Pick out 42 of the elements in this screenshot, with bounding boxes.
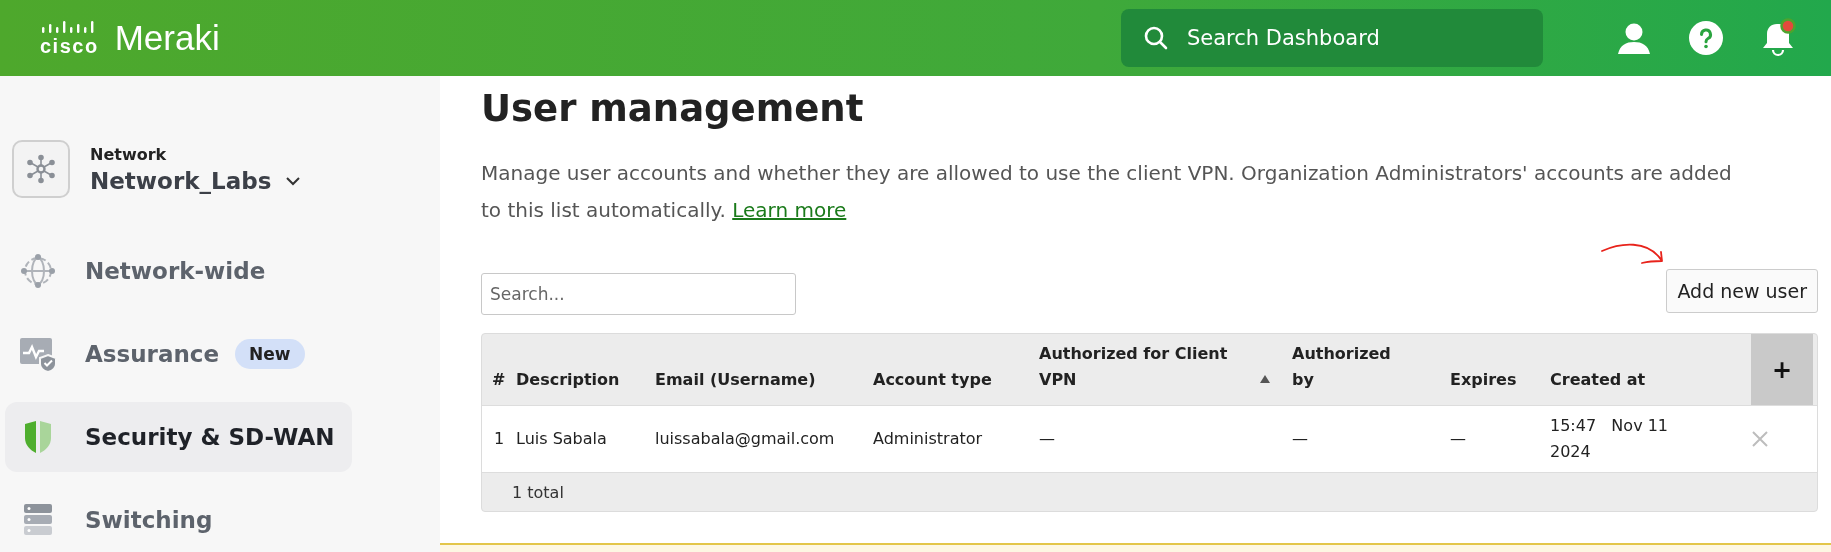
column-header[interactable]: Description <box>516 334 655 405</box>
help-icon[interactable] <box>1689 21 1723 55</box>
add-column-button[interactable]: + <box>1751 334 1813 405</box>
search-icon <box>1143 25 1169 51</box>
column-header[interactable]: Created at <box>1550 334 1745 405</box>
sidebar-item[interactable]: Security & SD-WAN <box>5 402 352 472</box>
new-badge: New <box>235 339 305 369</box>
search-field[interactable]: Search Dashboard <box>1121 9 1543 67</box>
notification-bell-icon[interactable] <box>1761 18 1797 58</box>
row-count: 1 total <box>512 482 564 502</box>
table-cell-text: 15:47 Nov 11 2024 <box>1550 415 1670 463</box>
sidebar-item[interactable]: Switching <box>5 485 352 552</box>
search-field[interactable]: Search... <box>481 273 796 315</box>
globe-icon <box>19 253 57 289</box>
column-header[interactable]: Expires <box>1450 334 1550 405</box>
user-icon[interactable] <box>1617 21 1651 55</box>
table-cell-text: 1 <box>493 428 506 450</box>
table-cell-text: — <box>1292 428 1309 450</box>
add-new-user-button[interactable]: Add new user <box>1666 269 1818 313</box>
page-title: User management <box>481 86 865 131</box>
page-description: Manage user accounts and whether they are allowed to use the client VPN. Organization Administrators' accounts are added to this list automatically. Learn more <box>481 160 1733 224</box>
sidebar-item[interactable]: Assurance New <box>5 319 352 389</box>
network-label: Network <box>90 144 168 164</box>
column-header[interactable]: Account type <box>873 334 1039 405</box>
table-cell-text: — <box>1450 428 1467 450</box>
network-icon <box>12 140 70 198</box>
column-header[interactable]: Email (Username) <box>655 334 873 405</box>
brand-mark: cisco <box>40 37 99 55</box>
learn-more-link[interactable]: Learn more <box>732 198 847 222</box>
table-cell-text: — <box>1039 428 1056 450</box>
brand-name: Meraki <box>114 18 220 58</box>
sidebar-item[interactable]: Network-wide <box>5 236 352 306</box>
table-cell-text: Administrator <box>873 428 984 450</box>
table-cell-text: Luis Sabala <box>516 428 608 450</box>
network-dropdown[interactable]: Network_Labs <box>90 167 302 194</box>
monitor-shield-icon <box>19 336 57 372</box>
column-header[interactable]: Authorized by <box>1292 334 1450 405</box>
table-cell-text: luissabala@gmail.com <box>655 428 836 450</box>
column-header[interactable]: # <box>482 334 516 405</box>
column-header[interactable]: Authorized for Client VPN <box>1039 334 1292 405</box>
delete-icon[interactable] <box>1751 430 1769 448</box>
chevron-down-icon <box>285 175 302 186</box>
